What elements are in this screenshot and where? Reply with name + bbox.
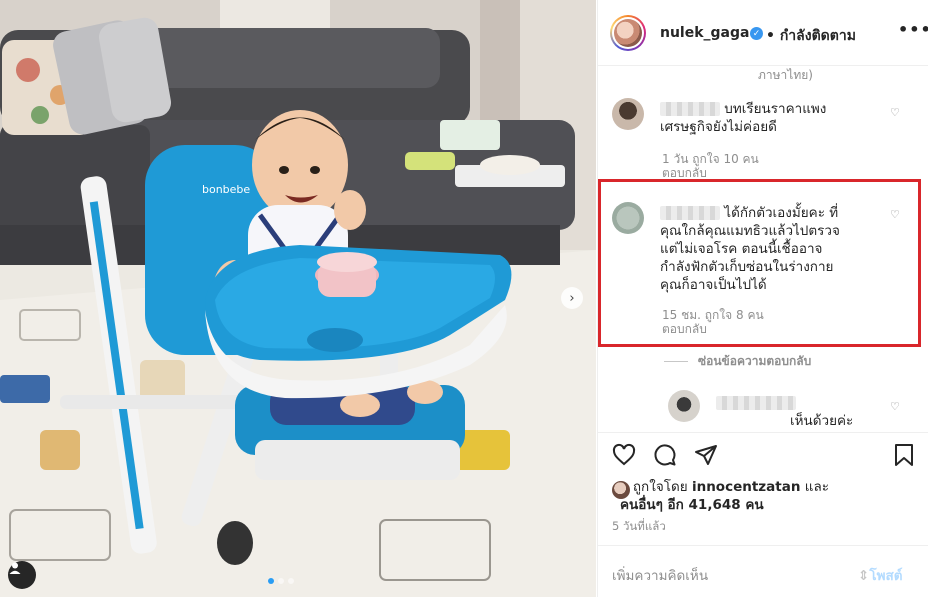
author-username[interactable]: nulek_gaga bbox=[660, 25, 749, 41]
commenter-name-blurred[interactable] bbox=[660, 102, 720, 116]
liker-username[interactable]: innocentzatan bbox=[692, 479, 801, 495]
comment-text: เห็นด้วยค่ะ bbox=[716, 394, 896, 430]
author-avatar[interactable] bbox=[610, 15, 646, 51]
likes-prefix: ถูกใจโดย bbox=[632, 479, 688, 495]
user-icon bbox=[9, 562, 21, 574]
add-comment-bar: เพิ่มความคิดเห็น ⇕โพสต์ bbox=[598, 545, 928, 597]
comment-icon[interactable] bbox=[653, 443, 677, 467]
chair-brand-text: bonbebe bbox=[202, 183, 250, 196]
likes-and: และ bbox=[804, 479, 829, 495]
carousel-dot bbox=[288, 578, 294, 584]
carousel-dot bbox=[278, 578, 284, 584]
heart-icon[interactable] bbox=[612, 443, 636, 467]
likes-summary: ถูกใจโดย innocentzatan และ คนอื่นๆ อีก 4… bbox=[620, 478, 920, 514]
following-status[interactable]: • กำลังติดตาม bbox=[766, 25, 856, 47]
chevron-right-icon: › bbox=[569, 290, 575, 306]
commenter-name-blurred[interactable] bbox=[716, 396, 796, 410]
hide-replies-button[interactable]: ซ่อนข้อความตอบกลับ bbox=[664, 352, 811, 371]
highlight-box bbox=[598, 179, 921, 347]
post-comment-button[interactable]: ⇕โพสต์ bbox=[858, 564, 902, 586]
comment-text-line: เศรษฐกิจยังไม่ค่อยดี bbox=[660, 119, 777, 135]
comment-input[interactable]: เพิ่มความคิดเห็น bbox=[612, 564, 708, 586]
post-side-panel: nulek_gaga ✓ • กำลังติดตาม ••• ภาษาไทย) … bbox=[597, 0, 928, 597]
commenter-avatar[interactable] bbox=[612, 98, 644, 130]
hide-replies-label: ซ่อนข้อความตอบกลับ bbox=[698, 354, 812, 368]
like-comment-heart-icon[interactable]: ♡ bbox=[890, 400, 900, 413]
post-header: nulek_gaga ✓ • กำลังติดตาม ••• bbox=[598, 0, 928, 66]
comments-list: ภาษาไทย) บทเรียนราคาแพง เศรษฐกิจยังไม่ค่… bbox=[598, 66, 928, 432]
tagged-users-button[interactable] bbox=[8, 561, 36, 589]
likes-count[interactable]: คนอื่นๆ อีก 41,648 คน bbox=[620, 497, 764, 513]
post-actions-bar bbox=[598, 432, 928, 472]
comment-text-line: เห็นด้วยค่ะ bbox=[790, 413, 854, 429]
comment-text-line: บทเรียนราคาแพง bbox=[724, 101, 827, 117]
photo-scene: bonbebe bbox=[0, 0, 596, 597]
share-icon[interactable] bbox=[694, 443, 718, 467]
divider bbox=[664, 361, 688, 362]
post-label: โพสต์ bbox=[869, 568, 903, 584]
post-timestamp[interactable]: 5 วันที่แล้ว bbox=[612, 518, 666, 536]
post-photo[interactable]: bonbebe › bbox=[0, 0, 596, 597]
carousel-indicator bbox=[268, 578, 294, 584]
next-photo-button[interactable]: › bbox=[561, 287, 583, 309]
commenter-avatar[interactable] bbox=[668, 390, 700, 422]
bookmark-icon[interactable] bbox=[893, 443, 915, 467]
verified-badge-icon: ✓ bbox=[750, 27, 763, 40]
comment-text: บทเรียนราคาแพง เศรษฐกิจยังไม่ค่อยดี bbox=[660, 100, 900, 136]
carousel-dot bbox=[268, 578, 274, 584]
more-options-icon[interactable]: ••• bbox=[898, 20, 928, 39]
truncated-comment-text: ภาษาไทย) bbox=[758, 68, 813, 82]
spinner-icon: ⇕ bbox=[858, 568, 870, 584]
like-comment-heart-icon[interactable]: ♡ bbox=[890, 106, 900, 119]
